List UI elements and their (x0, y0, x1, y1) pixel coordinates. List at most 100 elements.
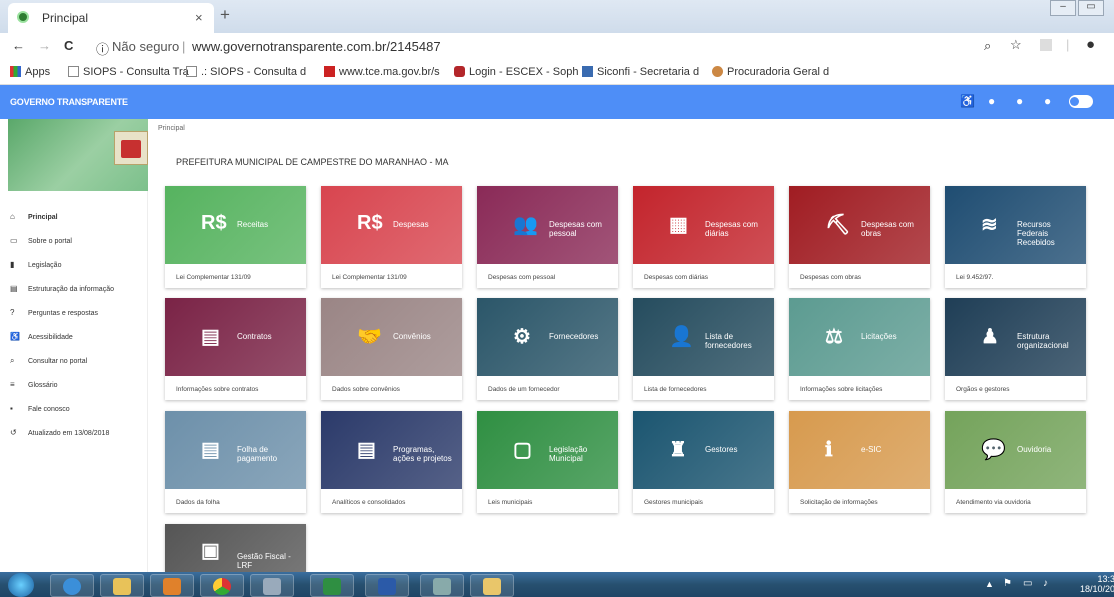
service-card[interactable]: 👥 Despesas com pessoal Despesas com pessoa… (477, 186, 618, 288)
service-card[interactable]: ⚖ Licitações Informações sobre licitações (789, 298, 930, 400)
sidebar-item-consultar[interactable]: ⌕ Consultar no portal (10, 356, 87, 366)
service-card[interactable]: ⚙ Fornecedores Dados de um fornecedor (477, 298, 618, 400)
reload-button[interactable]: C (64, 38, 73, 53)
breadcrumb[interactable]: Principal (158, 125, 185, 132)
tray-volume-icon[interactable]: ♪ (1043, 578, 1048, 589)
back-button[interactable]: ← (12, 38, 25, 53)
taskbar-chrome[interactable] (200, 574, 244, 597)
card-title: Fornecedores (549, 332, 599, 341)
document-icon: ▮ (10, 260, 15, 269)
sidebar-item-fale-conosco[interactable]: ▪ Fale conosco (10, 404, 70, 413)
card-icon: 💬 (981, 439, 1006, 461)
card-icon: ▢ (513, 439, 532, 461)
service-card[interactable]: 💬 Ouvidoria Atendimento via ouvidoria (945, 411, 1086, 513)
service-card[interactable]: ▣ Gestão Fiscal - LRF (165, 524, 306, 572)
zoom-icon[interactable]: ⌕ (984, 38, 991, 54)
bookmark-siops-1[interactable]: SIOPS - Consulta Tra (68, 66, 189, 78)
sidebar-item-estruturacao[interactable]: ▤ Estruturação da informação (10, 284, 114, 293)
siconfi-icon (582, 66, 593, 77)
tray-flag-icon[interactable]: ⚑ (1003, 578, 1012, 589)
service-card[interactable]: 🤝 Convênios Dados sobre convênios (321, 298, 462, 400)
card-footer: Gestores municipais (644, 499, 703, 506)
card-header: ▤ Contratos (165, 298, 306, 376)
bookmark-tce[interactable]: www.tce.ma.gov.br/s (324, 66, 440, 78)
card-footer: Dados de um fornecedor (488, 386, 560, 393)
card-title: e-SIC (861, 445, 882, 454)
sidebar-item-acessibilidade[interactable]: ♿ Acessibilidade (10, 332, 73, 341)
tab-close-button[interactable]: × (195, 10, 203, 25)
start-button[interactable] (8, 573, 34, 597)
taskbar-paint[interactable] (470, 574, 514, 597)
maximize-icon[interactable]: ▭ (1078, 0, 1104, 16)
card-footer: Solicitação de informações (800, 499, 878, 506)
service-card[interactable]: ⛏ Despesas com obras Despesas com obras (789, 186, 930, 288)
service-card[interactable]: ♟ Estrutura organizacional Orgãos e gestor… (945, 298, 1086, 400)
address-bar[interactable]: ⓘ Não seguro | www.governotransparente.c… (90, 35, 970, 59)
service-card[interactable]: ▦ Despesas com diárias Despesas com diária… (633, 186, 774, 288)
card-footer: Lei Complementar 131/09 (332, 274, 407, 281)
service-card[interactable]: ▤ Folha de pagamento Dados da folha (165, 411, 306, 513)
extension-icon[interactable] (1040, 39, 1052, 51)
tab-principal[interactable]: Principal × (8, 3, 214, 33)
procuradoria-icon (712, 66, 723, 77)
service-card[interactable]: R$ Despesas Lei Complementar 131/09 (321, 186, 462, 288)
minimize-icon[interactable]: – (1050, 0, 1076, 16)
font-decrease-icon[interactable]: ● (1044, 94, 1051, 108)
card-footer: Atendimento via ouvidoria (956, 499, 1031, 506)
bookmark-star-icon[interactable]: ☆ (1010, 37, 1022, 53)
card-icon: 👥 (513, 214, 538, 236)
card-title: Despesas com pessoal (549, 220, 602, 238)
new-tab-button[interactable]: + (220, 5, 230, 25)
service-card[interactable]: ▢ Legislação Municipal Leis municipais (477, 411, 618, 513)
bookmark-escex[interactable]: Login - ESCEX - Soph (454, 66, 578, 78)
tray-arrow-icon[interactable]: ▲ (985, 579, 994, 589)
sidebar-item-sobre[interactable]: ▭ Sobre o portal (10, 236, 72, 245)
taskbar-word[interactable] (365, 574, 409, 597)
sidebar-item-principal[interactable]: ⌂ Principal (10, 212, 58, 221)
service-card[interactable]: ℹ e-SIC Solicitação de informações (789, 411, 930, 513)
sidebar-item-legislacao[interactable]: ▮ Legislação (10, 260, 61, 269)
site-brand[interactable]: GOVERNO TRANSPARENTE (10, 97, 128, 107)
contrast-icon[interactable]: ● (988, 94, 995, 108)
tray-network-icon[interactable]: ▭ (1023, 578, 1032, 589)
bookmark-procuradoria[interactable]: Procuradoria Geral d (712, 66, 829, 78)
bookmark-siconfi[interactable]: Siconfi - Secretaria d (582, 66, 699, 78)
taskbar-explorer[interactable] (100, 574, 144, 597)
service-card[interactable]: ≋ Recursos Federais Recebidos Lei 9.452/97… (945, 186, 1086, 288)
card-footer: Leis municipais (488, 499, 533, 506)
bookmark-siops-2[interactable]: .: SIOPS - Consulta d (186, 66, 306, 78)
taskbar-clock[interactable]: 13:35 18/10/201 (1080, 574, 1114, 594)
taskbar-ie[interactable] (50, 574, 94, 597)
card-header: ▤ Programas, ações e projetos (321, 411, 462, 489)
taskbar-media[interactable] (150, 574, 194, 597)
card-header: ▢ Legislação Municipal (477, 411, 618, 489)
profile-icon[interactable]: ● (1086, 36, 1095, 53)
theme-toggle[interactable] (1069, 95, 1093, 108)
card-icon: 🤝 (357, 326, 382, 348)
info-icon[interactable]: ⓘ (96, 39, 109, 58)
card-title: Despesas com obras (861, 220, 914, 238)
bookmark-apps[interactable]: Apps (10, 66, 50, 78)
card-header: 👥 Despesas com pessoal (477, 186, 618, 264)
service-card[interactable]: 👤 Lista de fornecedores Lista de fornecedo… (633, 298, 774, 400)
url-text[interactable]: www.governotransparente.com.br/2145487 (192, 39, 441, 54)
sidebar-item-glossario[interactable]: ≡ Glossário (10, 380, 58, 389)
service-card[interactable]: ▤ Contratos Informações sobre contratos (165, 298, 306, 400)
toolbar-divider: | (1066, 37, 1070, 52)
card-icon: ⚖ (825, 326, 843, 348)
forward-button[interactable]: → (38, 38, 51, 53)
font-increase-icon[interactable]: ● (1016, 94, 1023, 108)
bookmarks-bar: Apps SIOPS - Consulta Tra .: SIOPS - Con… (0, 61, 1114, 85)
service-card[interactable]: ♜ Gestores Gestores municipais (633, 411, 774, 513)
card-title: Lista de fornecedores (705, 332, 752, 350)
taskbar-calc[interactable] (420, 574, 464, 597)
taskbar-excel[interactable] (310, 574, 354, 597)
taskbar-tool[interactable] (250, 574, 294, 597)
card-icon: ≋ (981, 214, 998, 236)
service-card[interactable]: ▤ Programas, ações e projetos Analíticos e… (321, 411, 462, 513)
page-title: PREFEITURA MUNICIPAL DE CAMPESTRE DO MAR… (176, 157, 449, 167)
accessibility-icon[interactable]: ♿ (960, 94, 975, 108)
service-card[interactable]: R$ Receitas Lei Complementar 131/09 (165, 186, 306, 288)
sidebar-item-perguntas[interactable]: ? Perguntas e respostas (10, 308, 98, 317)
card-footer: Orgãos e gestores (956, 386, 1010, 393)
